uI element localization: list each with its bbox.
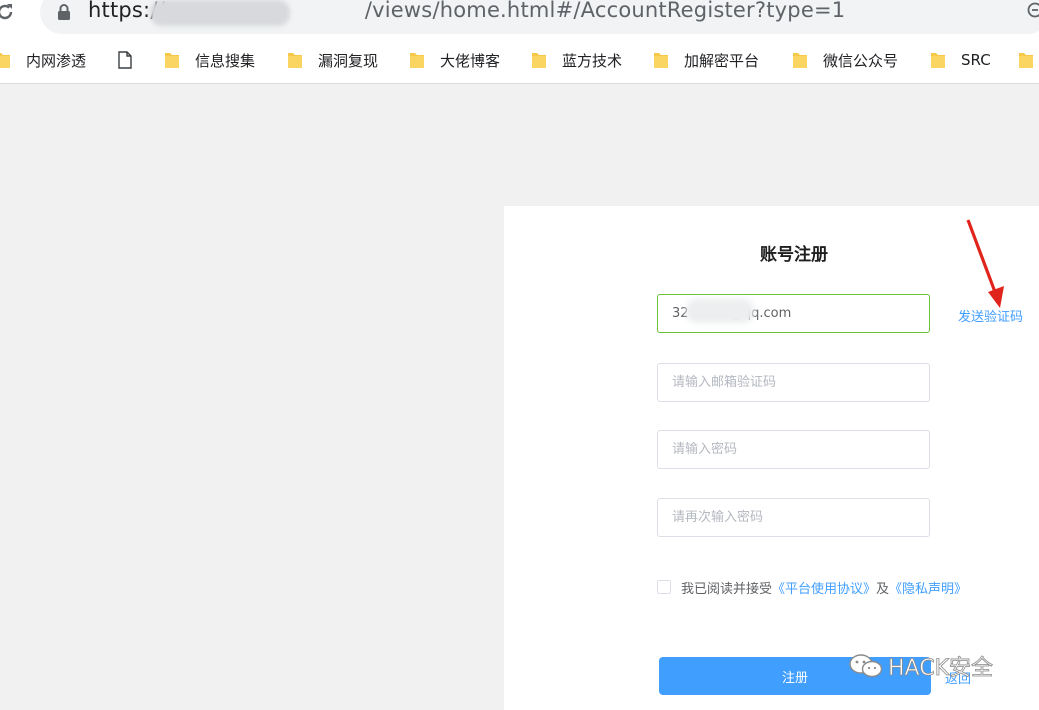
bookmark-item-overflow[interactable] bbox=[1018, 48, 1039, 72]
bookmark-item[interactable]: 信息搜集 bbox=[164, 48, 255, 72]
register-card: 账号注册 发送验证码 我已阅读并接受 《平台使用协议》 及 《隐私声明》 注册 … bbox=[504, 206, 1039, 710]
email-redaction bbox=[686, 299, 754, 323]
folder-icon bbox=[532, 53, 546, 68]
bookmark-item[interactable]: 大佬博客 bbox=[409, 48, 500, 72]
bookmark-item[interactable]: 微信公众号 bbox=[792, 48, 898, 72]
folder-icon bbox=[0, 53, 10, 68]
watermark-text: HACK安全 bbox=[888, 656, 994, 682]
watermark: HACK安全 bbox=[848, 650, 993, 682]
bookmark-item[interactable]: 蓝方技术 bbox=[531, 48, 622, 72]
bookmark-item[interactable]: 漏洞复现 bbox=[287, 48, 378, 72]
bookmark-label: 大佬博客 bbox=[440, 51, 501, 70]
bookmark-label: 蓝方技术 bbox=[562, 51, 623, 70]
agree-and: 及 bbox=[876, 581, 890, 597]
agree-prefix: 我已阅读并接受 bbox=[681, 581, 773, 597]
bookmark-label: 信息搜集 bbox=[195, 51, 256, 70]
agree-checkbox[interactable] bbox=[657, 580, 671, 594]
terms-link[interactable]: 《平台使用协议》 bbox=[772, 578, 876, 597]
bookmark-item[interactable]: 加解密平台 bbox=[653, 48, 759, 72]
bookmark-item[interactable] bbox=[118, 48, 132, 72]
browser-toolbar: https:///views/home.html#/AccountRegiste… bbox=[0, 0, 1039, 36]
agreement-row: 我已阅读并接受 《平台使用协议》 及 《隐私声明》 bbox=[657, 578, 967, 597]
bookmarks-bar: 内网渗透 信息搜集 漏洞复现 大佬博客 蓝方技术 加解密平台 微信公众号 SRC bbox=[0, 36, 1039, 84]
bookmark-label: 内网渗透 bbox=[26, 51, 87, 70]
bookmark-item[interactable]: SRC bbox=[930, 48, 991, 72]
zoom-icon[interactable] bbox=[1027, 2, 1039, 20]
folder-icon bbox=[410, 53, 424, 68]
folder-icon bbox=[1019, 53, 1033, 68]
page-title: 账号注册 bbox=[760, 245, 828, 265]
annotation-arrow-icon bbox=[966, 219, 1004, 308]
url-host-redaction bbox=[150, 0, 290, 26]
email-code-input[interactable] bbox=[657, 363, 930, 402]
bookmark-item[interactable]: 内网渗透 bbox=[0, 48, 86, 72]
privacy-link[interactable]: 《隐私声明》 bbox=[889, 578, 967, 597]
bookmark-label: SRC bbox=[961, 51, 991, 69]
folder-icon bbox=[288, 53, 302, 68]
reload-icon[interactable] bbox=[0, 1, 16, 23]
folder-icon bbox=[654, 53, 668, 68]
folder-icon bbox=[931, 53, 945, 68]
confirm-password-input[interactable] bbox=[657, 498, 930, 537]
page-icon bbox=[118, 51, 132, 69]
url-path: /views/home.html#/AccountRegister?type=1 bbox=[364, 0, 846, 22]
lock-icon[interactable] bbox=[57, 3, 71, 21]
folder-icon bbox=[165, 53, 179, 68]
bookmark-label: 微信公众号 bbox=[823, 51, 899, 70]
bookmark-label: 漏洞复现 bbox=[318, 51, 379, 70]
folder-icon bbox=[793, 53, 807, 68]
wechat-icon bbox=[849, 654, 883, 678]
password-input[interactable] bbox=[657, 430, 930, 469]
bookmark-label: 加解密平台 bbox=[684, 51, 760, 70]
